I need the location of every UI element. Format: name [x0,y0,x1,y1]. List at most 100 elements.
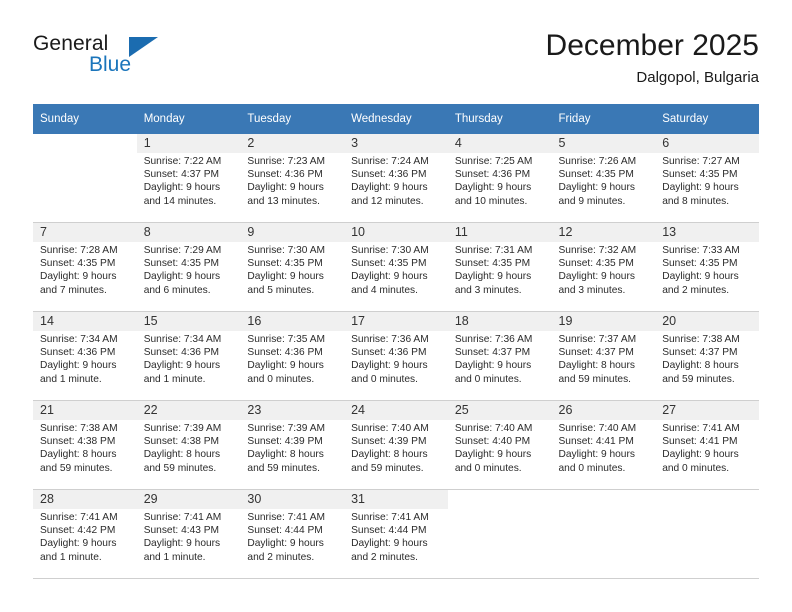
day-sunrise-text: Sunrise: 7:41 AM [662,423,740,434]
day-number [448,490,552,509]
day-cell[interactable]: 9 Sunrise: 7:30 AM Sunset: 4:35 PM Daylight… [240,223,345,312]
day-cell[interactable]: 10 Sunrise: 7:30 AM Sunset: 4:35 PM Dayligh… [344,223,448,312]
day-daylight1-text: Daylight: 8 hours [143,449,221,461]
day-details: Sunrise: 7:25 AM Sunset: 4:36 PM Daylight:… [448,153,552,208]
day-sunrise-text: Sunrise: 7:35 AM [247,334,325,345]
calendar-week-row: 28 Sunrise: 7:41 AM Sunset: 4:42 PM Dayligh… [33,490,759,579]
day-sunrise-text: Sunrise: 7:30 AM [351,245,429,256]
day-details: Sunrise: 7:34 AM Sunset: 4:36 PM Daylight:… [33,331,137,386]
calendar-cell: 24 Sunrise: 7:40 AM Sunset: 4:39 PM Dayligh… [344,401,448,490]
day-number: 4 [447,134,552,153]
day-cell[interactable]: 2 Sunrise: 7:23 AM Sunset: 4:36 PM Daylight… [240,134,345,223]
day-cell[interactable]: 17 Sunrise: 7:36 AM Sunset: 4:36 PM Dayligh… [344,312,448,401]
day-daylight2-text: and 12 minutes. [351,195,424,207]
day-cell[interactable]: 5 Sunrise: 7:26 AM Sunset: 4:35 PM Daylight… [551,134,656,223]
calendar-cell: 14 Sunrise: 7:34 AM Sunset: 4:36 PM Dayligh… [33,312,137,401]
day-sunset-text: Sunset: 4:39 PM [351,436,427,448]
day-details: Sunrise: 7:35 AM Sunset: 4:36 PM Daylight:… [240,331,344,386]
day-cell[interactable]: 13 Sunrise: 7:33 AM Sunset: 4:35 PM Dayligh… [655,223,759,312]
day-details: Sunrise: 7:39 AM Sunset: 4:38 PM Daylight:… [137,420,241,475]
day-details: Sunrise: 7:38 AM Sunset: 4:37 PM Daylight:… [655,331,759,386]
day-daylight1-text: Daylight: 9 hours [351,538,428,550]
calendar-cell: 21 Sunrise: 7:38 AM Sunset: 4:38 PM Dayligh… [33,401,137,490]
day-daylight1-text: Daylight: 9 hours [40,271,117,283]
day-sunset-text: Sunset: 4:41 PM [662,436,738,448]
day-cell[interactable]: 27 Sunrise: 7:41 AM Sunset: 4:41 PM Dayligh… [655,401,759,490]
calendar-week-row: 21 Sunrise: 7:38 AM Sunset: 4:38 PM Dayligh… [33,401,759,490]
day-sunset-text: Sunset: 4:35 PM [558,258,634,270]
day-cell[interactable]: 28 Sunrise: 7:41 AM Sunset: 4:42 PM Dayligh… [33,490,137,579]
day-cell[interactable]: 31 Sunrise: 7:41 AM Sunset: 4:44 PM Dayligh… [344,490,448,579]
calendar-cell: 7 Sunrise: 7:28 AM Sunset: 4:35 PM Daylight… [33,223,137,312]
general-blue-logo[interactable]: General Blue [33,32,213,88]
day-daylight1-text: Daylight: 9 hours [662,449,739,461]
day-sunset-text: Sunset: 4:44 PM [247,525,323,537]
day-cell[interactable]: 18 Sunrise: 7:36 AM Sunset: 4:37 PM Dayligh… [447,312,552,401]
day-cell[interactable]: 6 Sunrise: 7:27 AM Sunset: 4:35 PM Daylight… [655,134,759,223]
day-number: 31 [344,490,448,509]
day-daylight1-text: Daylight: 9 hours [558,449,635,461]
day-number: 20 [655,312,759,331]
day-cell[interactable]: 22 Sunrise: 7:39 AM Sunset: 4:38 PM Dayligh… [136,401,241,490]
day-sunset-text: Sunset: 4:42 PM [40,525,116,537]
day-number: 30 [240,490,345,509]
day-cell[interactable]: 1 Sunrise: 7:22 AM Sunset: 4:37 PM Daylight… [136,134,241,223]
day-daylight1-text: Daylight: 8 hours [40,449,117,461]
day-cell[interactable]: 30 Sunrise: 7:41 AM Sunset: 4:44 PM Dayligh… [240,490,345,579]
day-cell[interactable]: 15 Sunrise: 7:34 AM Sunset: 4:36 PM Dayligh… [136,312,241,401]
calendar-body: 1 Sunrise: 7:22 AM Sunset: 4:37 PM Daylight… [33,134,759,579]
day-sunset-text: Sunset: 4:36 PM [351,169,427,181]
day-cell[interactable]: 7 Sunrise: 7:28 AM Sunset: 4:35 PM Daylight… [33,223,137,312]
day-daylight2-text: and 3 minutes. [454,284,522,296]
day-sunrise-text: Sunrise: 7:27 AM [662,156,740,167]
day-details: Sunrise: 7:36 AM Sunset: 4:36 PM Daylight:… [344,331,448,386]
day-cell[interactable]: 26 Sunrise: 7:40 AM Sunset: 4:41 PM Dayligh… [551,401,656,490]
day-sunrise-text: Sunrise: 7:34 AM [40,334,118,345]
day-cell[interactable]: 3 Sunrise: 7:24 AM Sunset: 4:36 PM Daylight… [344,134,448,223]
day-details: Sunrise: 7:28 AM Sunset: 4:35 PM Daylight:… [33,242,137,297]
day-cell[interactable]: 20 Sunrise: 7:38 AM Sunset: 4:37 PM Dayligh… [655,312,759,401]
day-cell[interactable]: 19 Sunrise: 7:37 AM Sunset: 4:37 PM Dayligh… [551,312,656,401]
day-details: Sunrise: 7:38 AM Sunset: 4:38 PM Daylight:… [33,420,137,475]
calendar-cell: 4 Sunrise: 7:25 AM Sunset: 4:36 PM Daylight… [447,134,552,223]
day-cell[interactable]: 16 Sunrise: 7:35 AM Sunset: 4:36 PM Dayligh… [240,312,345,401]
day-daylight1-text: Daylight: 9 hours [247,271,324,283]
weekday-header-wednesday: Wednesday [344,104,448,134]
day-number: 5 [551,134,656,153]
day-cell[interactable]: 23 Sunrise: 7:39 AM Sunset: 4:39 PM Dayligh… [240,401,345,490]
day-daylight1-text: Daylight: 9 hours [247,182,324,194]
day-cell[interactable]: 12 Sunrise: 7:32 AM Sunset: 4:35 PM Dayligh… [551,223,656,312]
day-sunset-text: Sunset: 4:37 PM [662,347,738,359]
day-cell[interactable]: 4 Sunrise: 7:25 AM Sunset: 4:36 PM Daylight… [447,134,552,223]
day-sunrise-text: Sunrise: 7:32 AM [558,245,637,256]
day-cell[interactable]: 21 Sunrise: 7:38 AM Sunset: 4:38 PM Dayligh… [33,401,137,490]
day-sunrise-text: Sunrise: 7:37 AM [558,334,637,345]
calendar-cell: 11 Sunrise: 7:31 AM Sunset: 4:35 PM Dayligh… [447,223,552,312]
day-cell[interactable]: 29 Sunrise: 7:41 AM Sunset: 4:43 PM Dayligh… [136,490,241,579]
triangle-icon [129,37,158,57]
day-number: 13 [655,223,759,242]
day-cell[interactable]: 25 Sunrise: 7:40 AM Sunset: 4:40 PM Dayligh… [447,401,552,490]
day-sunrise-text: Sunrise: 7:28 AM [40,245,118,256]
day-cell[interactable]: 8 Sunrise: 7:29 AM Sunset: 4:35 PM Daylight… [136,223,241,312]
day-details: Sunrise: 7:33 AM Sunset: 4:35 PM Daylight:… [655,242,759,297]
day-daylight1-text: Daylight: 9 hours [558,182,635,194]
calendar-cell: 15 Sunrise: 7:34 AM Sunset: 4:36 PM Dayligh… [136,312,241,401]
location-subtitle: Dalgopol, Bulgaria [636,69,759,86]
day-sunrise-text: Sunrise: 7:29 AM [143,245,222,256]
weekday-header-monday: Monday [136,104,241,134]
day-cell[interactable]: 14 Sunrise: 7:34 AM Sunset: 4:36 PM Dayligh… [33,312,137,401]
calendar-cell: 26 Sunrise: 7:40 AM Sunset: 4:41 PM Dayligh… [551,401,656,490]
day-details: Sunrise: 7:31 AM Sunset: 4:35 PM Daylight:… [448,242,552,297]
day-sunrise-text: Sunrise: 7:30 AM [247,245,325,256]
day-cell[interactable]: 11 Sunrise: 7:31 AM Sunset: 4:35 PM Dayligh… [447,223,552,312]
calendar-cell: 30 Sunrise: 7:41 AM Sunset: 4:44 PM Dayligh… [240,490,345,579]
day-number: 18 [447,312,552,331]
day-number: 7 [33,223,137,242]
day-number: 29 [136,490,241,509]
day-cell[interactable]: 24 Sunrise: 7:40 AM Sunset: 4:39 PM Dayligh… [344,401,448,490]
day-number: 14 [33,312,137,331]
day-sunset-text: Sunset: 4:41 PM [558,436,634,448]
day-sunrise-text: Sunrise: 7:36 AM [454,334,533,345]
calendar-week-row: 7 Sunrise: 7:28 AM Sunset: 4:35 PM Daylight… [33,223,759,312]
